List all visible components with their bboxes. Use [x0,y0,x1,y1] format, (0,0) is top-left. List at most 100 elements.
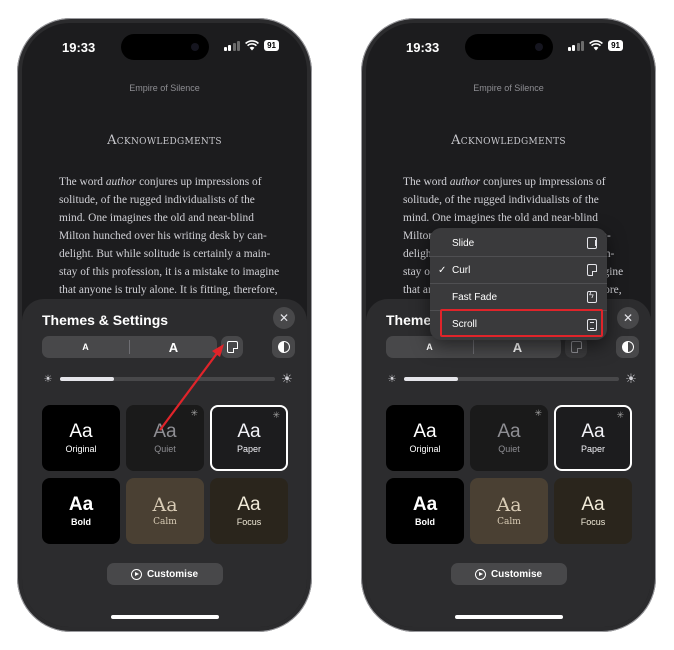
theme-name: Paper [580,444,606,454]
customise-label: Customise [146,568,199,580]
menu-item-label: Curl [452,264,471,276]
status-icons: 91 [567,40,623,51]
brightness-track[interactable] [404,377,619,381]
slide-icon [587,237,597,249]
theme-card-calm[interactable]: Aa Calm [470,478,548,544]
play-circle-icon [474,568,486,580]
theme-name: Original [409,444,441,454]
dynamic-island [120,34,209,60]
theme-grid: Aa Original Aa Quiet ✳ Aa Paper ✳ Aa Bold Aa Calm Aa… [42,405,289,544]
themes-settings-sheet: Themes & Settings ✕ A A ☀ ☀ AaOriginalAa… [22,299,307,627]
theme-sample: Aa [153,421,177,442]
decrease-font-button[interactable]: A [386,342,473,352]
theme-card-quiet[interactable]: Aa Quiet ✳ [470,405,548,471]
customise-button[interactable]: Customise [106,563,223,585]
brightness-fill [404,377,458,381]
home-indicator [110,615,219,619]
asterisk-icon: ✳ [534,408,542,418]
book-title: Empire of Silence [129,83,200,93]
page-turn-button[interactable] [221,336,243,358]
theme-sample: Aa [412,494,438,515]
book-body-text: The word author conjures up impressions … [59,173,279,299]
increase-font-button[interactable]: A [130,340,217,355]
brightness-fill [60,377,114,381]
theme-card-original[interactable]: Aa Original [42,405,120,471]
brightness-slider[interactable]: ☀ ☀ [386,371,637,386]
theme-name: Bold [71,517,91,527]
cellular-signal-icon [223,40,241,51]
theme-name: Focus [236,517,262,527]
theme-sample: Aa [69,421,93,442]
page-curl-icon [570,341,582,354]
dynamic-island [464,34,553,60]
text-line: that anyone is truly alone. It is fittin… [59,284,278,296]
increase-font-button[interactable]: A [474,340,561,355]
menu-item-label: Fast Fade [452,291,498,303]
text-line: mind. One imagines the old and near-blin… [403,212,598,224]
text-line: mind. One imagines the old and near-blin… [59,212,254,224]
theme-sample: Aa [581,494,605,515]
asterisk-icon: ✳ [190,408,198,418]
theme-card-focus[interactable]: Aa Focus [554,478,632,544]
close-icon: ✕ [622,311,634,325]
wifi-icon [589,40,604,51]
contrast-icon [277,341,290,353]
theme-sample: Aa [413,421,437,442]
status-time: 19:33 [62,40,96,55]
close-button[interactable]: ✕ [273,307,295,329]
theme-card-bold[interactable]: Aa Bold [42,478,120,544]
theme-name: Paper [236,444,262,454]
theme-card-original[interactable]: Aa Original [386,405,464,471]
chapter-heading: Acknowledgments [451,133,566,148]
appearance-button[interactable] [272,336,295,358]
theme-card-paper[interactable]: Aa Paper ✳ [554,405,632,471]
sun-small-icon: ☀ [387,373,397,385]
close-icon: ✕ [278,311,290,325]
book-title: Empire of Silence [473,83,544,93]
text-line: The word author conjures up impressions … [59,176,262,188]
theme-sample: Aa [237,494,261,515]
theme-sample: Aa [581,421,605,442]
theme-card-bold[interactable]: Aa Bold [386,478,464,544]
text-line: The word author conjures up impressions … [403,176,606,188]
curl-icon [587,264,597,276]
text-line: solitude, of the rugged individualists o… [403,194,599,206]
menu-item-label: Slide [452,237,475,249]
theme-card-focus[interactable]: Aa Focus [210,478,288,544]
checkmark-icon: ✓ [438,264,447,276]
theme-card-calm[interactable]: Aa Calm [126,478,204,544]
customise-label: Customise [490,568,543,580]
brightness-slider[interactable]: ☀ ☀ [42,371,293,386]
asterisk-icon: ✳ [272,410,280,420]
text-line: Milton hunched over his writing desk by … [59,230,267,242]
text-line: delight. But while solitude is certainly… [59,248,271,260]
theme-card-paper[interactable]: Aa Paper ✳ [210,405,288,471]
brightness-track[interactable] [60,377,275,381]
scroll-highlight-box [440,309,603,337]
decrease-font-button[interactable]: A [42,342,129,352]
theme-grid: Aa Original Aa Quiet ✳ Aa Paper ✳ Aa Bold Aa Calm Aa… [386,405,633,544]
camera-icon [190,43,199,51]
sun-small-icon: ☀ [43,373,53,385]
theme-name: Original [65,444,97,454]
menu-item-curl[interactable]: ✓ Curl [430,257,607,284]
asterisk-icon: ✳ [616,410,624,420]
menu-item-slide[interactable]: Slide [430,230,607,257]
close-button[interactable]: ✕ [617,307,639,329]
cellular-signal-icon [567,40,585,51]
play-circle-icon [130,568,142,580]
theme-card-quiet[interactable]: Aa Quiet ✳ [126,405,204,471]
font-size-control: A A [42,336,217,358]
menu-item-fast-fade[interactable]: Fast Fade [430,284,607,311]
sheet-title: Themes & Settings [42,312,169,328]
phone-right: 19:33 91 Empire of Silence Acknowledgmen… [361,18,656,632]
theme-sample: Aa [496,494,522,516]
theme-sample: Aa [68,494,94,515]
customise-button[interactable]: Customise [450,563,567,585]
sun-large-icon: ☀ [625,371,637,386]
text-line: solitude, of the rugged individualists o… [59,194,255,206]
status-time: 19:33 [406,40,440,55]
screen-right: 19:33 91 Empire of Silence Acknowledgmen… [366,23,651,627]
wifi-icon [245,40,260,51]
appearance-button[interactable] [616,336,639,358]
